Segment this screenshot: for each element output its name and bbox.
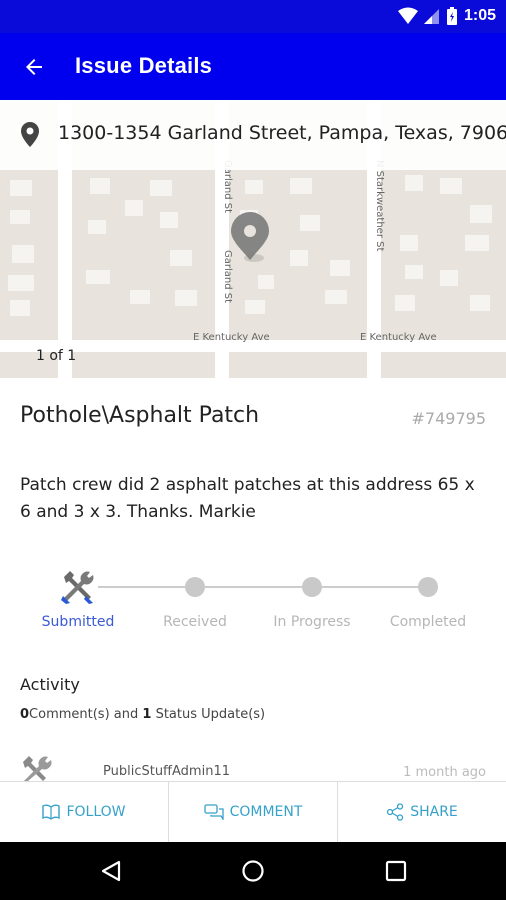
step-dot-in-progress [302, 577, 322, 597]
street-label-kentucky-2: E Kentucky Ave [360, 332, 437, 343]
system-nav-bar [0, 842, 506, 900]
progress-connector [322, 586, 418, 588]
follow-label: FOLLOW [66, 804, 126, 820]
issue-category: Pothole\Asphalt Patch [20, 403, 260, 428]
app-bar: Issue Details [0, 33, 506, 100]
progress-connector [98, 586, 185, 588]
status-icons: 1:05 [397, 6, 496, 26]
activity-heading: Activity [20, 675, 80, 694]
status-bar: 1:05 [0, 0, 506, 33]
book-icon [42, 804, 61, 820]
street-label-starkweather: N Starkweather St [374, 160, 385, 251]
back-button[interactable] [14, 47, 54, 87]
status-update-count: 1 [142, 707, 152, 722]
step-label-completed: Completed [389, 614, 467, 630]
clock: 1:05 [463, 7, 496, 24]
status-progress: Submitted Received In Progress Completed [0, 565, 506, 640]
page-title: Issue Details [75, 53, 213, 78]
comment-button[interactable]: COMMENT [169, 782, 338, 842]
follow-button[interactable]: FOLLOW [0, 782, 169, 842]
arrow-back-icon [26, 59, 42, 75]
location-pin-icon [21, 122, 39, 147]
issue-id: #749795 [411, 409, 486, 428]
action-bar: FOLLOW COMMENT SHARE [0, 781, 506, 842]
nav-back-button[interactable] [96, 856, 126, 886]
share-label: SHARE [410, 804, 458, 820]
triangle-back-icon [101, 860, 121, 882]
wifi-icon [397, 7, 418, 24]
chat-icon [203, 804, 224, 820]
activity-summary: 0Comment(s) and 1 Status Update(s) [20, 707, 265, 722]
comment-count-label: Comment(s) and [29, 707, 139, 722]
tools-icon [23, 756, 52, 781]
image-counter: 1 of 1 [36, 348, 77, 364]
activity-user: PublicStuffAdmin11 [103, 764, 230, 779]
step-label-in-progress: In Progress [273, 614, 351, 630]
address-bar: 1300-1354 Garland Street, Pampa, Texas, … [0, 100, 506, 170]
status-update-label: Status Update(s) [155, 707, 266, 722]
activity-time: 1 month ago [403, 765, 486, 780]
battery-icon [446, 7, 457, 25]
share-icon [387, 803, 404, 821]
comment-label: COMMENT [229, 804, 303, 820]
cell-signal-icon [423, 9, 439, 24]
issue-description: Patch crew did 2 asphalt patches at this… [20, 475, 475, 522]
step-label-received: Received [163, 614, 227, 630]
step-label-submitted: Submitted [41, 614, 115, 630]
step-dot-completed [418, 577, 438, 597]
share-button[interactable]: SHARE [338, 782, 506, 842]
circle-home-icon [242, 860, 264, 882]
street-label-garland-2: Garland St [222, 250, 233, 303]
square-recents-icon [385, 860, 407, 882]
progress-connector [205, 586, 302, 588]
step-dot-received [185, 577, 205, 597]
issue-address: 1300-1354 Garland Street, Pampa, Texas, … [58, 122, 506, 144]
nav-recents-button[interactable] [381, 856, 411, 886]
nav-home-button[interactable] [238, 856, 268, 886]
street-label-kentucky-1: E Kentucky Ave [193, 332, 270, 343]
comment-count: 0 [20, 707, 30, 722]
tools-icon [61, 571, 94, 604]
